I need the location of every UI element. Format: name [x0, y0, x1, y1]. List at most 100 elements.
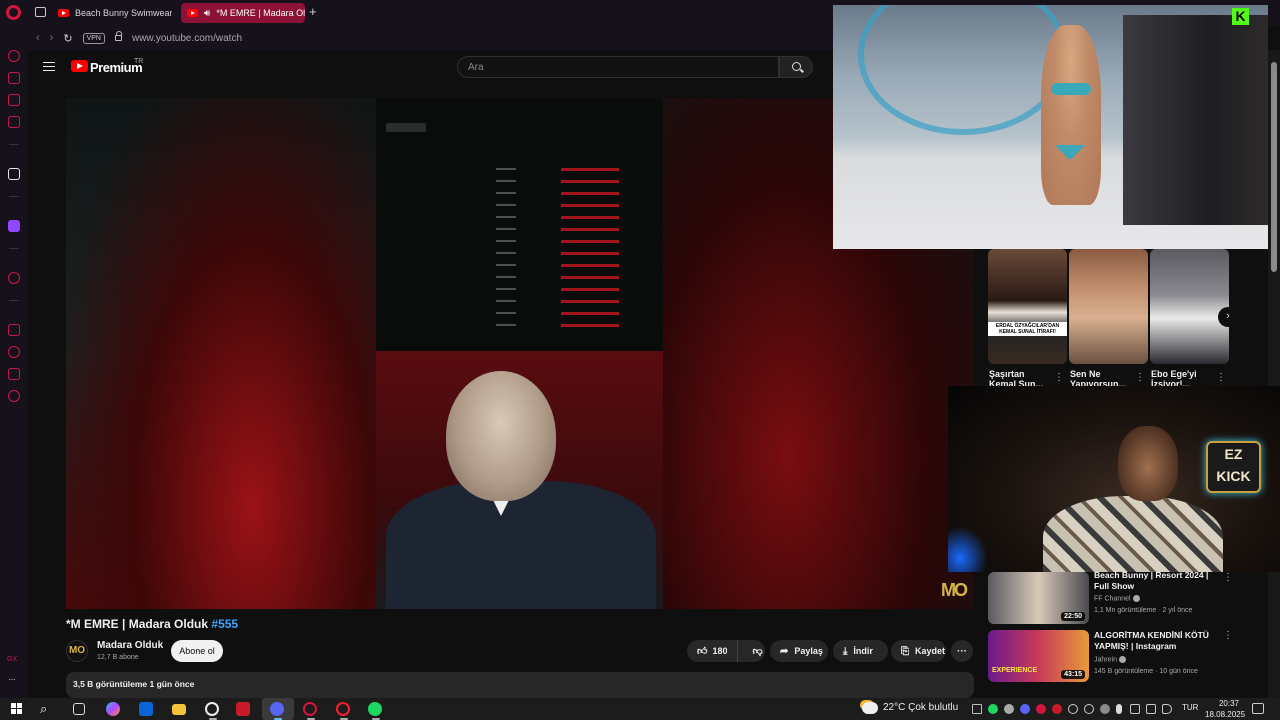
like-button[interactable]: 👍︎ 180 [687, 640, 739, 662]
related-video[interactable]: EXPERIENCE 43:15 ALGORİTMA KENDİNİ KÖTÜ … [988, 630, 1238, 688]
vpn-badge[interactable]: VPN [82, 32, 105, 44]
discord-tray-icon[interactable] [1020, 704, 1030, 714]
spotify-tray-icon[interactable] [988, 704, 998, 714]
chevron-right-icon[interactable]: › [1218, 307, 1238, 327]
related-thumbnail[interactable]: EXPERIENCE 43:15 [988, 630, 1089, 682]
display-icon[interactable] [1130, 704, 1140, 714]
cloudy-weather-icon[interactable] [862, 702, 878, 714]
related-channel[interactable]: Jahrein [1094, 656, 1126, 663]
back-icon[interactable]: ‹ [36, 32, 40, 44]
tab-madara-olduk[interactable]: 🔊︎ *M EMRE | Madara Ol [181, 3, 305, 23]
short-title[interactable]: Ebo Ege'yi İzsiyor!... [1151, 369, 1213, 387]
more-actions-button[interactable]: ··· [951, 640, 973, 662]
inset-row-bar [561, 276, 619, 279]
short-more-icon[interactable]: ⋮ [1054, 372, 1064, 383]
short-title[interactable]: Şaşırtan Kemal Sun... [989, 369, 1051, 387]
channel-avatar[interactable]: MO [66, 640, 88, 662]
bookmarks-icon[interactable] [8, 324, 20, 336]
search-input[interactable]: Ara [457, 56, 779, 78]
tab-beach-bunny[interactable]: Beach Bunny Swimwear F [52, 3, 172, 23]
youtube-logo-icon[interactable] [71, 60, 88, 72]
runway-outfit [1051, 83, 1091, 95]
related-title[interactable]: ALGORİTMA KENDİNİ KÖTÜ YAPMIŞ! | Instagr… [1094, 630, 1219, 654]
forward-icon[interactable]: › [50, 32, 54, 44]
related-title[interactable]: Beach Bunny | Resort 2024 | Full Show [1094, 570, 1219, 594]
tray-overflow-icon[interactable] [972, 704, 982, 714]
system-clock[interactable]: 20:37 18.08.2025 [1205, 698, 1245, 720]
voicemod-tray-icon[interactable] [1052, 704, 1062, 714]
tab-island-icon[interactable] [35, 7, 46, 17]
controller-tray-icon[interactable] [1004, 704, 1014, 714]
windows-start-icon[interactable] [11, 703, 22, 714]
windows-taskbar: ⌕ 22°C Çok bulutlu TUR 20:37 18.08.2025 [0, 698, 1280, 720]
description-box[interactable]: 3,5 B görüntüleme 1 gün önce [66, 672, 974, 698]
microphone-icon[interactable] [1116, 704, 1122, 714]
verified-icon [1118, 656, 1126, 663]
speaker-icon[interactable]: 🔊︎ [204, 8, 210, 19]
new-tab-button[interactable]: + [309, 4, 317, 19]
opera-icon[interactable] [336, 702, 350, 716]
messenger-icon[interactable] [8, 116, 20, 128]
spotify-icon[interactable] [368, 702, 382, 716]
search-icon[interactable]: ⌕ [40, 701, 47, 717]
related-channel[interactable]: FF Channel [1094, 595, 1140, 602]
instagram-icon[interactable] [8, 94, 20, 106]
input-language[interactable]: TUR [1182, 703, 1198, 712]
related-more-icon[interactable]: ⋮ [1223, 572, 1233, 583]
history-icon[interactable] [8, 346, 20, 358]
url-field[interactable]: www.youtube.com/watch [132, 33, 242, 44]
related-video[interactable]: 22:50 Beach Bunny | Resort 2024 | Full S… [988, 570, 1238, 630]
save-button[interactable]: ⎘ Kaydet [891, 640, 946, 662]
discord-icon[interactable] [270, 702, 284, 716]
lock-icon[interactable] [114, 31, 123, 41]
monitor-icon[interactable] [1146, 704, 1156, 714]
outlook-icon[interactable] [139, 702, 153, 716]
player-icon[interactable] [8, 272, 20, 284]
opera-gx-icon[interactable] [303, 702, 317, 716]
search-button[interactable] [779, 56, 813, 78]
gx-control-icon[interactable] [8, 72, 20, 84]
task-view-icon[interactable] [73, 703, 85, 715]
notification-icon[interactable] [1252, 703, 1264, 714]
opera-logo-icon[interactable] [6, 5, 21, 20]
more-icon[interactable]: ··· [8, 674, 16, 685]
obs-icon[interactable] [205, 702, 219, 716]
scrollbar-thumb[interactable] [1271, 62, 1277, 272]
volume-icon[interactable] [1162, 704, 1172, 714]
video-hashtag[interactable]: #555 [211, 617, 238, 631]
short-thumbnail[interactable] [1069, 249, 1148, 364]
opera-tray-icon[interactable] [1036, 704, 1046, 714]
inset-row-label [496, 252, 516, 254]
share-button[interactable]: ➦ Paylaş [770, 640, 828, 662]
short-title[interactable]: Sen Ne Yapıyorsun... [1070, 369, 1132, 387]
page-scrollbar[interactable] [1268, 50, 1280, 698]
copilot-icon[interactable] [106, 702, 120, 716]
runway-video-overlay[interactable] [833, 5, 1268, 249]
steam-tray-icon[interactable] [1100, 704, 1110, 714]
short-thumbnail[interactable] [1150, 249, 1229, 364]
short-more-icon[interactable]: ⋮ [1216, 372, 1226, 383]
network-tray-icon[interactable] [1068, 704, 1078, 714]
thumbs-down-icon[interactable]: 👎︎ [744, 645, 762, 657]
menu-icon[interactable] [43, 62, 55, 71]
voicemod-icon[interactable] [236, 702, 250, 716]
short-thumbnail[interactable]: ERDAL ÖZYAĞCILAR'DAN KEMAL SUNAL İTİRAFI… [988, 249, 1067, 364]
obs-tray-icon[interactable] [1084, 704, 1094, 714]
settings-icon[interactable] [8, 390, 20, 402]
download-button[interactable]: ⤓ İndir [833, 640, 888, 662]
speed-dial-icon[interactable] [8, 50, 20, 62]
related-more-icon[interactable]: ⋮ [1223, 630, 1233, 641]
related-thumbnail[interactable]: 22:50 [988, 572, 1089, 624]
extensions-icon[interactable] [8, 368, 20, 380]
weather-status[interactable]: 22°C Çok bulutlu [883, 702, 958, 713]
channel-name[interactable]: Madara Olduk [97, 640, 163, 651]
file-explorer-icon[interactable] [172, 704, 186, 715]
subscribe-button[interactable]: Abone ol [171, 640, 223, 662]
tab-label: *M EMRE | Madara Ol [216, 8, 305, 18]
aria-icon[interactable] [8, 168, 20, 180]
tab-label: Beach Bunny Swimwear F [75, 8, 172, 18]
short-more-icon[interactable]: ⋮ [1135, 372, 1145, 383]
reload-icon[interactable]: ↻ [63, 32, 72, 45]
twitch-icon[interactable] [8, 220, 20, 232]
inset-row-bar [561, 264, 619, 267]
